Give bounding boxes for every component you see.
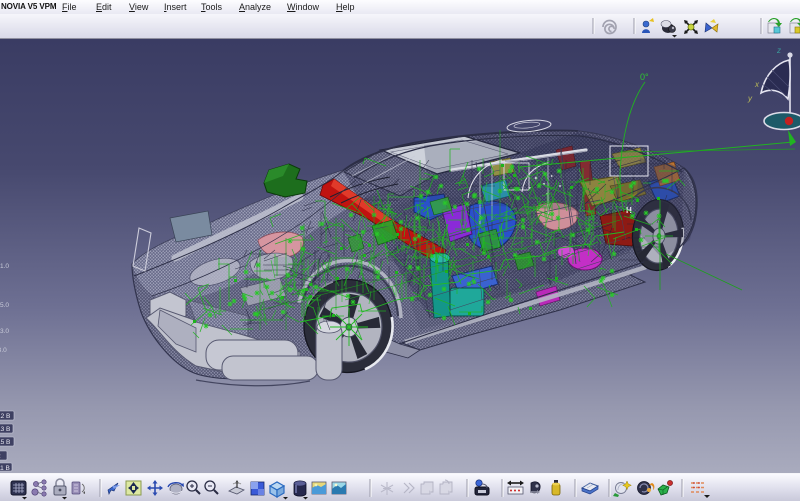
svg-text:1.0: 1.0 [0,263,9,270]
svg-text:y: y [747,94,753,103]
svg-text:x: x [754,80,760,89]
svg-text:3.0: 3.0 [0,328,9,335]
svg-text:15 B: 15 B [0,439,10,446]
svg-text:5.0: 5.0 [0,302,9,309]
svg-text:B.0: B.0 [0,347,7,354]
svg-text:13 B: 13 B [0,426,10,433]
svg-text:z: z [776,46,781,55]
svg-text:11 B: 11 B [0,465,10,472]
svg-text:0°: 0° [640,72,649,82]
svg-text:12 B: 12 B [0,413,10,420]
